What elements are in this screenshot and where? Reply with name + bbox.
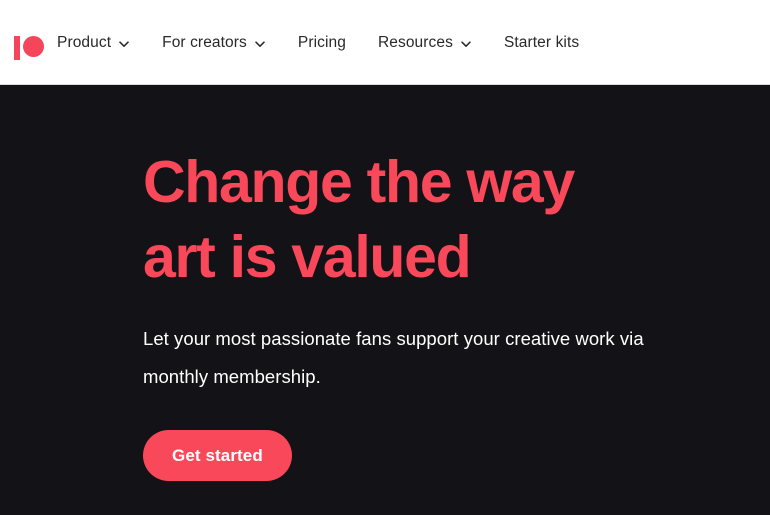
landing-page: Product For creators Pricing Resources S…: [0, 0, 770, 515]
chevron-down-icon: [460, 38, 472, 50]
get-started-button[interactable]: Get started: [143, 430, 292, 481]
nav-item-label: For creators: [162, 33, 247, 51]
nav-item-label: Product: [57, 33, 112, 51]
nav-item-label: Resources: [377, 33, 453, 51]
nav-item-pricing[interactable]: Pricing: [298, 27, 346, 59]
nav-item-starter-kits[interactable]: Starter kits: [504, 27, 579, 59]
chevron-down-icon: [118, 38, 130, 50]
site-header: Product For creators Pricing Resources S…: [0, 0, 770, 85]
nav-item-for-creators[interactable]: For creators: [162, 27, 266, 59]
nav-item-label: Pricing: [297, 33, 346, 51]
hero-section: Change the way art is valued Let your mo…: [0, 85, 770, 515]
hero-headline: Change the way art is valued: [143, 149, 575, 290]
nav-item-product[interactable]: Product: [57, 27, 130, 59]
patreon-logo-mark: [14, 36, 44, 60]
patreon-logo[interactable]: [14, 36, 46, 60]
nav-item-label: Starter kits: [503, 33, 580, 51]
hero-subtext: Let your most passionate fans support yo…: [143, 328, 644, 387]
primary-navigation: Product For creators Pricing Resources S…: [57, 0, 579, 85]
chevron-down-icon: [254, 38, 266, 50]
nav-item-resources[interactable]: Resources: [378, 27, 472, 59]
